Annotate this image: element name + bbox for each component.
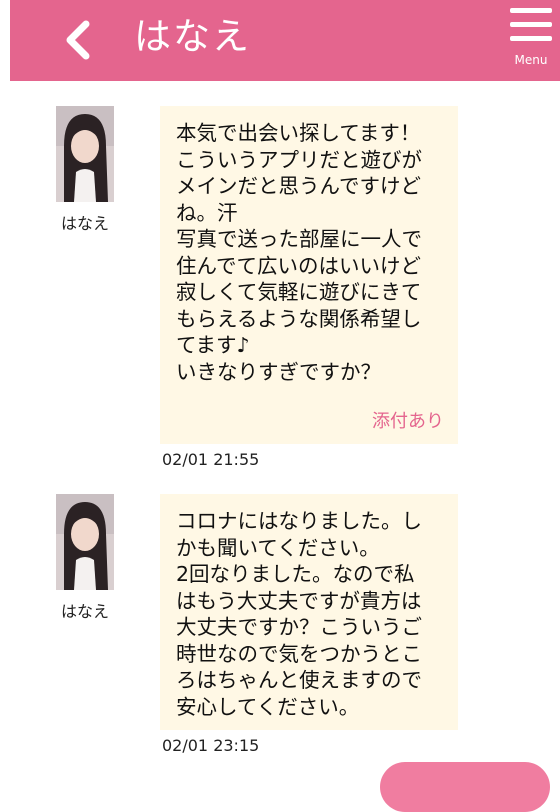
message-text: 本気で出会い探してます！ こういうアプリだと遊びが メインだと思うんですけど ね… (176, 121, 422, 384)
message-bubble: 本気で出会い探してます！ こういうアプリだと遊びが メインだと思うんですけど ね… (160, 106, 458, 444)
hamburger-icon (510, 8, 552, 50)
sender-name: はなえ (60, 214, 109, 233)
profile-photo (56, 106, 114, 202)
message-timestamp: 02/01 23:15 (162, 736, 260, 755)
attachment-link[interactable]: 添付あり (176, 407, 444, 433)
message-timestamp: 02/01 21:55 (162, 450, 260, 469)
avatar[interactable] (56, 106, 114, 202)
sender-name: はなえ (60, 602, 109, 621)
menu-label: Menu (514, 53, 548, 67)
reply-button[interactable] (380, 762, 550, 812)
message-text: コロナにはなりました。し かも聞いてください。 2回なりました。なので私 はもう… (176, 509, 422, 719)
page-title: はなえ (134, 15, 251, 58)
menu-button[interactable]: Menu (506, 6, 556, 68)
chevron-left-icon[interactable] (58, 18, 98, 62)
app-header: はなえ Menu (10, 0, 560, 81)
profile-photo (56, 494, 114, 590)
avatar[interactable] (56, 494, 114, 590)
message-bubble: コロナにはなりました。し かも聞いてください。 2回なりました。なので私 はもう… (160, 494, 458, 730)
